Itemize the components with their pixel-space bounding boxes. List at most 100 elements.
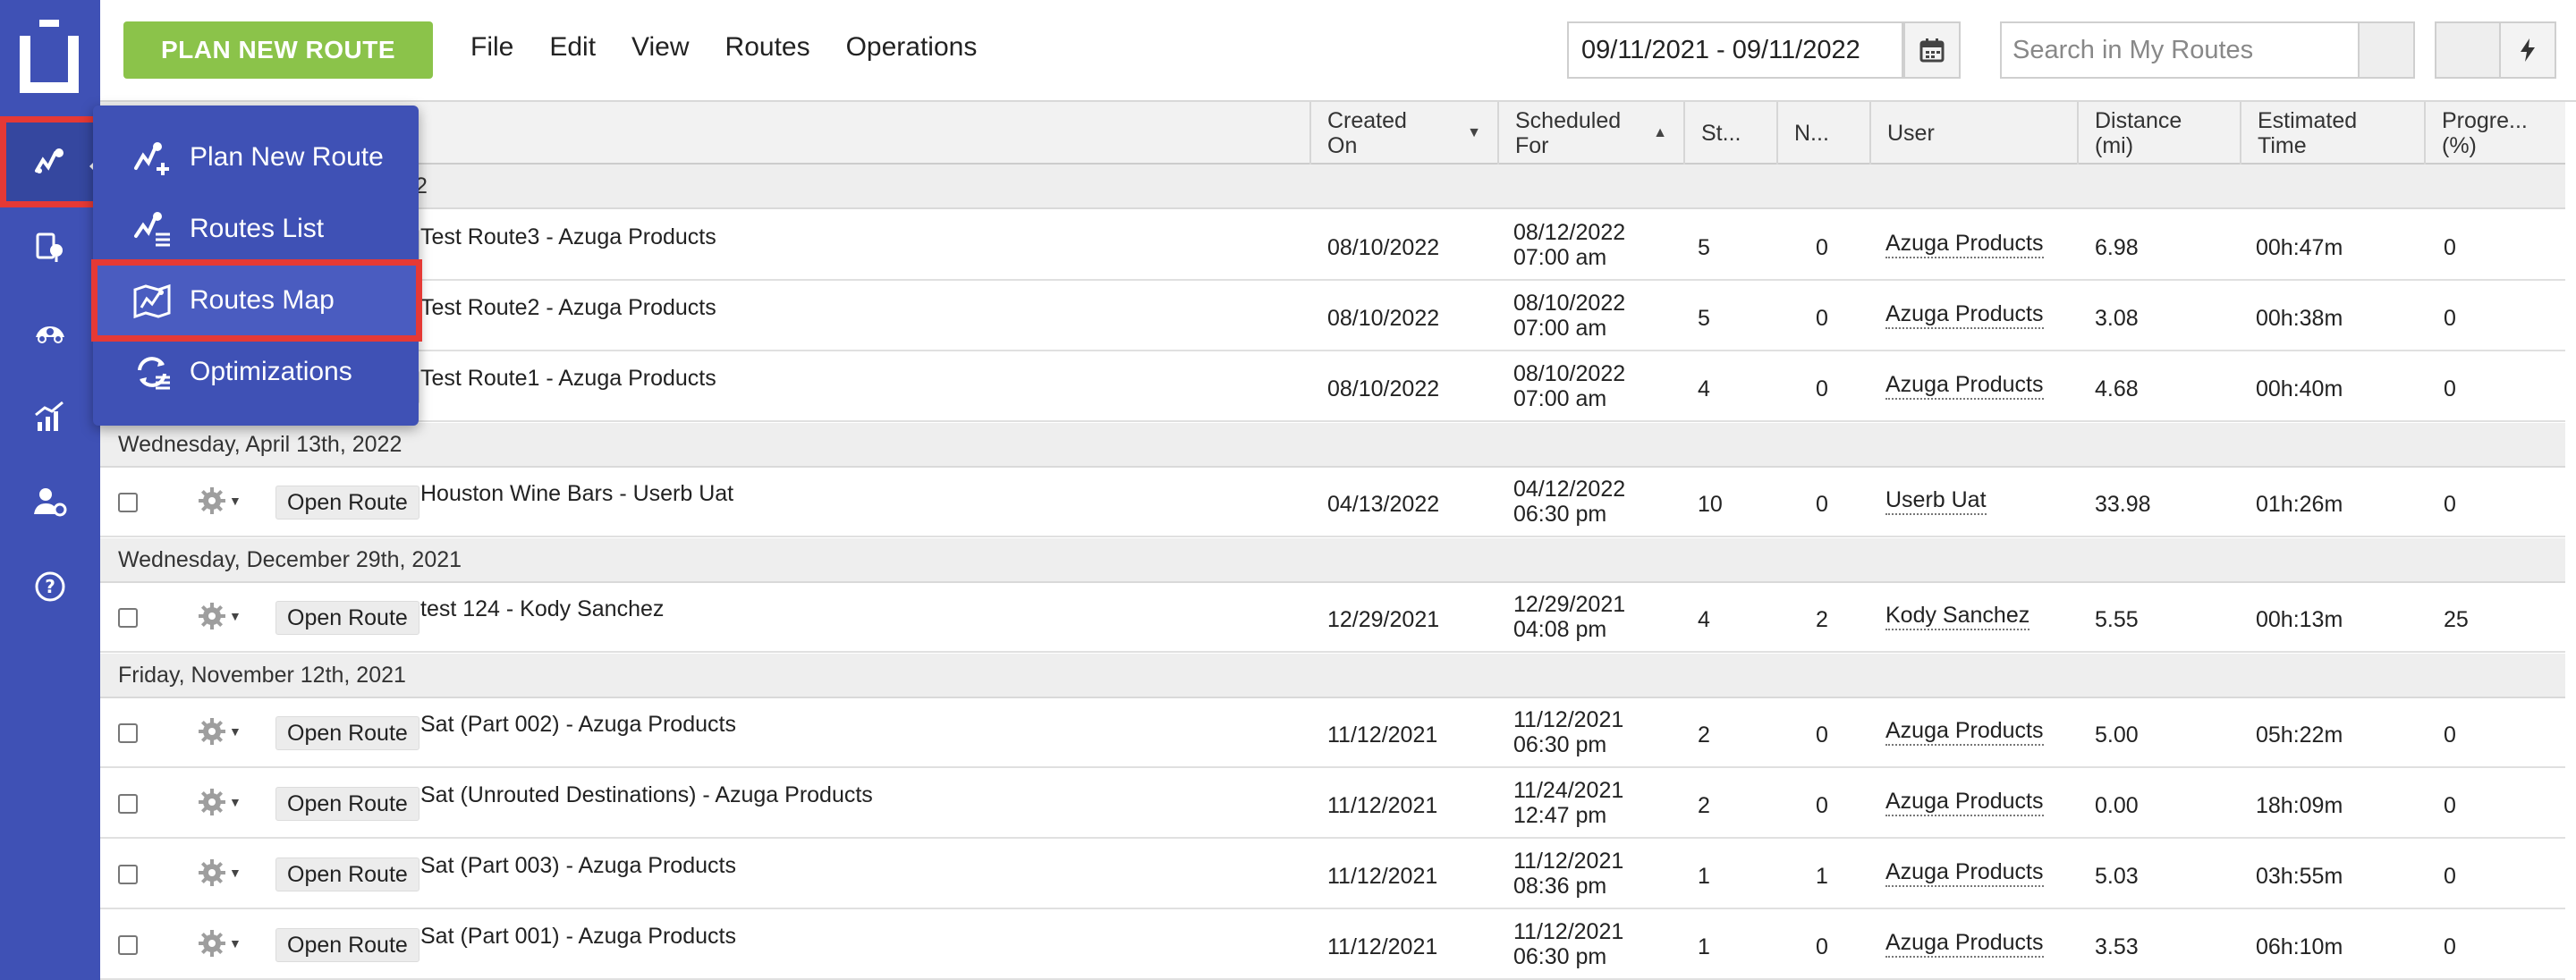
- scheduled-time: 08:36 pm: [1513, 874, 1607, 899]
- route-name[interactable]: Sat (Part 003) - Azuga Products: [420, 831, 736, 900]
- route-name[interactable]: Houston Wine Bars - Userb Uat: [420, 459, 733, 528]
- column-distance-label-2: (mi): [2095, 133, 2134, 158]
- routes-icon: [35, 148, 64, 173]
- menu-file[interactable]: File: [470, 32, 513, 63]
- chevron-down-icon: ▼: [229, 724, 242, 739]
- search-button[interactable]: [2358, 21, 2415, 79]
- distance: 5.03: [2095, 863, 2139, 889]
- row-checkbox[interactable]: [118, 493, 138, 512]
- column-stops[interactable]: St...: [1683, 102, 1776, 165]
- table-row[interactable]: ▼Open RouteTest Route1 - Azuga Products0…: [100, 352, 2565, 422]
- sidebar-item-help[interactable]: ?: [0, 544, 100, 629]
- user-link[interactable]: Azuga Products: [1885, 789, 2044, 816]
- quick-action-button[interactable]: [2499, 21, 2556, 79]
- progress: 25: [2444, 606, 2469, 632]
- dropdown-item-routes-map[interactable]: Routes Map: [93, 265, 419, 336]
- route-name[interactable]: Test Route1 - Azuga Products: [420, 343, 716, 413]
- scheduled-time: 07:00 am: [1513, 245, 1607, 270]
- plan-new-route-button[interactable]: PLAN NEW ROUTE: [123, 21, 433, 79]
- open-route-button[interactable]: Open Route: [275, 716, 419, 750]
- column-n[interactable]: N...: [1776, 102, 1869, 165]
- menu-edit[interactable]: Edit: [549, 32, 596, 63]
- dropdown-item-routes-list[interactable]: Routes List: [93, 193, 419, 265]
- menu-view[interactable]: View: [631, 32, 689, 63]
- distance: 3.53: [2095, 934, 2139, 959]
- scheduled-time: 06:30 pm: [1513, 502, 1607, 527]
- distance: 33.98: [2095, 491, 2151, 517]
- chevron-down-icon: ▼: [229, 795, 242, 809]
- open-route-button[interactable]: Open Route: [275, 601, 419, 635]
- open-route-button[interactable]: Open Route: [275, 858, 419, 891]
- row-checkbox[interactable]: [118, 865, 138, 884]
- column-estimated-time[interactable]: Estimated Time: [2240, 102, 2424, 165]
- gear-icon: [199, 718, 225, 745]
- route-name[interactable]: test 124 - Kody Sanchez: [420, 574, 664, 644]
- open-route-button[interactable]: Open Route: [275, 486, 419, 520]
- table-row[interactable]: ▼Open RouteTest Route3 - Azuga Products0…: [100, 211, 2565, 281]
- group-header-label: Wednesday, December 29th, 2021: [118, 547, 462, 572]
- sidebar-item-analytics[interactable]: [0, 374, 100, 460]
- gear-icon: [199, 487, 225, 514]
- user-link[interactable]: Azuga Products: [1885, 372, 2044, 400]
- menu-routes[interactable]: Routes: [725, 32, 810, 63]
- row-actions-button[interactable]: ▼: [197, 486, 242, 516]
- table-row[interactable]: ▼ Open Route test 124 - Kody Sanchez 12/29/…: [100, 583, 2565, 653]
- user-link[interactable]: Azuga Products: [1885, 231, 2044, 258]
- top-bar: PLAN NEW ROUTE File Edit View Routes Ope…: [100, 0, 2576, 102]
- open-route-button[interactable]: Open Route: [275, 928, 419, 962]
- dropdown-item-optimizations[interactable]: Optimizations: [93, 336, 419, 408]
- sidebar-item-drivers[interactable]: [0, 289, 100, 375]
- table-row[interactable]: ▼ Open Route Sat (Part 001) - Azuga Produc…: [100, 910, 2565, 980]
- user-link[interactable]: Azuga Products: [1885, 859, 2044, 887]
- user-link[interactable]: Azuga Products: [1885, 301, 2044, 329]
- table-row[interactable]: ▼ Open Route Sat (Part 003) - Azuga Produc…: [100, 840, 2565, 909]
- search-input[interactable]: Search in My Routes: [2000, 21, 2360, 79]
- created-on: 11/12/2021: [1327, 722, 1438, 748]
- sidebar-item-route-pin[interactable]: [0, 204, 100, 290]
- route-name[interactable]: Sat (Unrouted Destinations) - Azuga Prod…: [420, 760, 873, 830]
- table-row[interactable]: ▼ Open Route Sat (Unrouted Destinations) -…: [100, 769, 2565, 839]
- row-actions-button[interactable]: ▼: [197, 716, 242, 747]
- gear-icon: [199, 859, 225, 886]
- row-checkbox[interactable]: [118, 723, 138, 743]
- route-name[interactable]: Sat (Part 001) - Azuga Products: [420, 901, 736, 971]
- menu-operations[interactable]: Operations: [846, 32, 978, 63]
- scheduled-date: 08/10/2022: [1513, 291, 1626, 316]
- column-user[interactable]: User: [1869, 102, 2077, 165]
- route-name[interactable]: Test Route3 - Azuga Products: [420, 202, 716, 272]
- column-distance[interactable]: Distance (mi): [2077, 102, 2240, 165]
- column-created-on[interactable]: Created On ▼: [1309, 102, 1497, 165]
- route-name[interactable]: Sat (Part 002) - Azuga Products: [420, 689, 736, 759]
- column-scheduled-for[interactable]: Scheduled For ▲: [1497, 102, 1683, 165]
- dropdown-item-plan-new-route[interactable]: Plan New Route: [93, 122, 419, 193]
- user-link[interactable]: Userb Uat: [1885, 487, 1987, 515]
- table-row[interactable]: ▼ Open Route Houston Wine Bars - Userb Uat…: [100, 468, 2565, 537]
- estimated-time: 00h:40m: [2256, 376, 2343, 401]
- calendar-button[interactable]: [1903, 21, 1961, 79]
- toolbar-extra-button[interactable]: [2435, 21, 2499, 79]
- sidebar-item-routes[interactable]: [0, 119, 100, 205]
- app-logo[interactable]: [20, 20, 79, 93]
- row-checkbox[interactable]: [118, 935, 138, 955]
- route-name[interactable]: Test Route2 - Azuga Products: [420, 273, 716, 342]
- user-link[interactable]: Azuga Products: [1885, 930, 2044, 958]
- estimated-time: 00h:38m: [2256, 305, 2343, 331]
- group-header-label: Friday, November 12th, 2021: [118, 663, 406, 688]
- row-checkbox[interactable]: [118, 794, 138, 814]
- user-link[interactable]: Azuga Products: [1885, 718, 2044, 746]
- scheduled-time: 06:30 pm: [1513, 944, 1607, 969]
- row-actions-button[interactable]: ▼: [197, 601, 242, 631]
- open-route-button[interactable]: Open Route: [275, 787, 419, 821]
- date-range-input[interactable]: 09/11/2021 - 09/11/2022: [1567, 21, 1903, 79]
- table-header: Created On ▼ Scheduled For ▲ St... N... …: [100, 102, 2565, 165]
- row-checkbox[interactable]: [118, 608, 138, 628]
- column-scheduled-label-1: Scheduled: [1515, 108, 1622, 133]
- column-progress[interactable]: Progre... (%): [2424, 102, 2565, 165]
- row-actions-button[interactable]: ▼: [197, 787, 242, 817]
- row-actions-button[interactable]: ▼: [197, 928, 242, 959]
- sidebar-item-user-settings[interactable]: [0, 459, 100, 545]
- table-row[interactable]: ▼Open RouteTest Route2 - Azuga Products0…: [100, 282, 2565, 351]
- user-link[interactable]: Kody Sanchez: [1885, 603, 2030, 630]
- row-actions-button[interactable]: ▼: [197, 858, 242, 888]
- table-row[interactable]: ▼ Open Route Sat (Part 002) - Azuga Produc…: [100, 698, 2565, 768]
